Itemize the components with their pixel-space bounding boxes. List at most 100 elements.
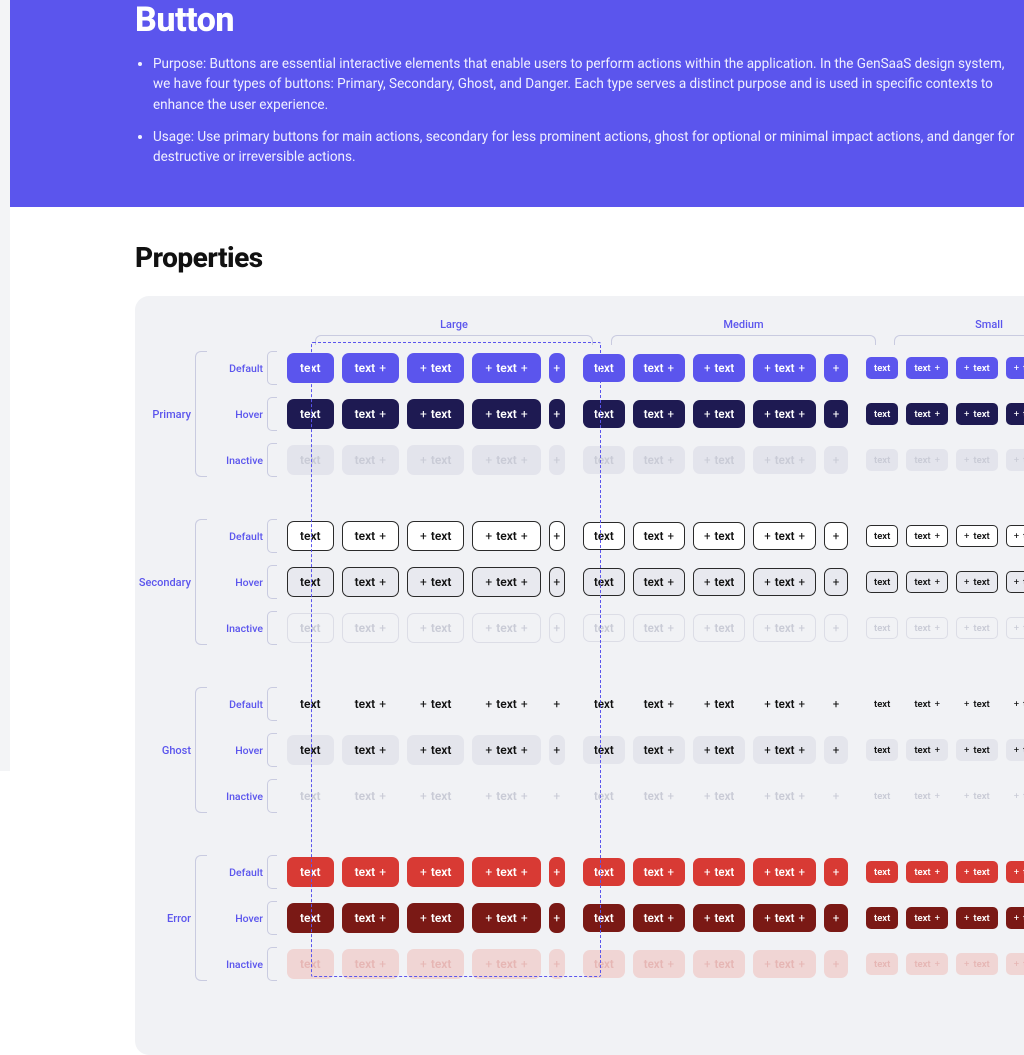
secondary-inactive-icon-text-button[interactable]: +text <box>956 617 998 639</box>
ghost-hover-text-icon-button[interactable]: text+ <box>342 735 399 765</box>
ghost-hover-icon-only-button[interactable]: + <box>549 735 565 765</box>
secondary-hover-icon-text-icon-button[interactable]: +text+ <box>472 567 540 597</box>
error-hover-text-button[interactable]: text <box>866 907 898 929</box>
primary-default-icon-text-button[interactable]: +text <box>956 357 998 379</box>
error-hover-icon-text-button[interactable]: +text <box>693 904 745 932</box>
primary-default-text-icon-button[interactable]: text+ <box>906 357 948 379</box>
primary-inactive-text-icon-button[interactable]: text+ <box>342 445 399 475</box>
error-hover-icon-only-button[interactable]: + <box>824 904 848 932</box>
primary-hover-icon-only-button[interactable]: + <box>824 400 848 428</box>
secondary-inactive-text-icon-button[interactable]: text+ <box>633 614 685 642</box>
error-hover-text-icon-button[interactable]: text+ <box>633 904 685 932</box>
secondary-default-icon-text-button[interactable]: +text <box>407 521 464 551</box>
error-hover-icon-text-button[interactable]: +text <box>956 907 998 929</box>
secondary-inactive-icon-text-button[interactable]: +text <box>407 613 464 643</box>
ghost-default-icon-only-button[interactable]: + <box>824 690 848 718</box>
primary-default-icon-text-button[interactable]: +text <box>407 353 464 383</box>
ghost-inactive-icon-text-icon-button[interactable]: +text+ <box>753 782 816 810</box>
error-default-text-button[interactable]: text <box>287 857 334 887</box>
primary-hover-text-button[interactable]: text <box>287 399 334 429</box>
ghost-inactive-icon-text-icon-button[interactable]: +text+ <box>472 781 540 811</box>
ghost-hover-icon-text-button[interactable]: +text <box>693 736 745 764</box>
ghost-inactive-icon-text-button[interactable]: +text <box>407 781 464 811</box>
secondary-inactive-text-icon-button[interactable]: text+ <box>906 617 948 639</box>
error-default-text-icon-button[interactable]: text+ <box>342 857 399 887</box>
secondary-default-text-icon-button[interactable]: text+ <box>342 521 399 551</box>
ghost-inactive-text-icon-button[interactable]: text+ <box>906 785 948 807</box>
primary-default-icon-only-button[interactable]: + <box>824 354 848 382</box>
ghost-hover-icon-text-button[interactable]: +text <box>407 735 464 765</box>
error-inactive-icon-text-button[interactable]: +text <box>956 953 998 975</box>
primary-hover-icon-text-button[interactable]: +text <box>407 399 464 429</box>
ghost-inactive-text-icon-button[interactable]: text+ <box>633 782 685 810</box>
primary-hover-text-icon-button[interactable]: text+ <box>342 399 399 429</box>
secondary-hover-icon-only-button[interactable]: + <box>549 567 565 597</box>
error-default-icon-text-icon-button[interactable]: +text+ <box>472 857 540 887</box>
error-hover-icon-text-icon-button[interactable]: +text+ <box>472 903 540 933</box>
error-inactive-icon-only-button[interactable]: + <box>824 950 848 978</box>
ghost-default-text-button[interactable]: text <box>583 690 625 718</box>
secondary-default-icon-text-icon-button[interactable]: +text+ <box>1006 525 1024 547</box>
error-default-icon-text-icon-button[interactable]: +text+ <box>1006 861 1024 883</box>
ghost-hover-icon-text-button[interactable]: +text <box>956 739 998 761</box>
error-inactive-icon-text-icon-button[interactable]: +text+ <box>472 949 540 979</box>
primary-inactive-text-button[interactable]: text <box>287 445 334 475</box>
secondary-hover-icon-text-icon-button[interactable]: +text+ <box>1006 571 1024 593</box>
primary-inactive-icon-text-icon-button[interactable]: +text+ <box>472 445 540 475</box>
secondary-default-icon-text-icon-button[interactable]: +text+ <box>753 522 816 550</box>
ghost-hover-icon-only-button[interactable]: + <box>824 736 848 764</box>
primary-hover-text-icon-button[interactable]: text+ <box>906 403 948 425</box>
ghost-default-icon-text-icon-button[interactable]: +text+ <box>753 690 816 718</box>
secondary-hover-icon-text-icon-button[interactable]: +text+ <box>753 568 816 596</box>
secondary-hover-text-icon-button[interactable]: text+ <box>342 567 399 597</box>
error-hover-icon-only-button[interactable]: + <box>549 903 565 933</box>
ghost-default-text-icon-button[interactable]: text+ <box>633 690 685 718</box>
primary-default-text-button[interactable]: text <box>287 353 334 383</box>
ghost-default-text-button[interactable]: text <box>287 689 334 719</box>
ghost-default-icon-text-button[interactable]: +text <box>956 693 998 715</box>
secondary-default-text-icon-button[interactable]: text+ <box>633 522 685 550</box>
ghost-default-text-icon-button[interactable]: text+ <box>906 693 948 715</box>
ghost-hover-text-button[interactable]: text <box>866 739 898 761</box>
secondary-inactive-text-icon-button[interactable]: text+ <box>342 613 399 643</box>
secondary-inactive-icon-text-icon-button[interactable]: +text+ <box>1006 617 1024 639</box>
error-default-text-icon-button[interactable]: text+ <box>906 861 948 883</box>
error-default-icon-text-button[interactable]: +text <box>956 861 998 883</box>
primary-default-text-icon-button[interactable]: text+ <box>633 354 685 382</box>
error-inactive-text-icon-button[interactable]: text+ <box>633 950 685 978</box>
error-inactive-text-button[interactable]: text <box>287 949 334 979</box>
error-inactive-text-button[interactable]: text <box>866 953 898 975</box>
primary-inactive-icon-text-button[interactable]: +text <box>693 446 745 474</box>
primary-default-text-icon-button[interactable]: text+ <box>342 353 399 383</box>
primary-default-icon-text-button[interactable]: +text <box>693 354 745 382</box>
secondary-inactive-icon-text-icon-button[interactable]: +text+ <box>753 614 816 642</box>
error-hover-text-icon-button[interactable]: text+ <box>342 903 399 933</box>
secondary-default-icon-text-button[interactable]: +text <box>693 522 745 550</box>
ghost-inactive-text-button[interactable]: text <box>583 782 625 810</box>
secondary-default-text-icon-button[interactable]: text+ <box>906 525 948 547</box>
primary-hover-text-icon-button[interactable]: text+ <box>633 400 685 428</box>
primary-hover-text-button[interactable]: text <box>583 400 625 428</box>
secondary-default-icon-only-button[interactable]: + <box>549 521 565 551</box>
primary-default-text-button[interactable]: text <box>866 357 898 379</box>
ghost-hover-icon-text-icon-button[interactable]: +text+ <box>472 735 540 765</box>
primary-inactive-icon-text-button[interactable]: +text <box>407 445 464 475</box>
primary-default-text-button[interactable]: text <box>583 354 625 382</box>
ghost-hover-icon-text-icon-button[interactable]: +text+ <box>753 736 816 764</box>
secondary-inactive-text-button[interactable]: text <box>583 614 625 642</box>
secondary-default-text-button[interactable]: text <box>287 521 334 551</box>
ghost-default-icon-only-button[interactable]: + <box>549 689 565 719</box>
ghost-hover-text-icon-button[interactable]: text+ <box>633 736 685 764</box>
secondary-default-text-button[interactable]: text <box>583 522 625 550</box>
secondary-default-icon-text-button[interactable]: +text <box>956 525 998 547</box>
error-inactive-text-button[interactable]: text <box>583 950 625 978</box>
error-hover-text-button[interactable]: text <box>287 903 334 933</box>
primary-hover-icon-text-icon-button[interactable]: +text+ <box>753 400 816 428</box>
ghost-default-icon-text-icon-button[interactable]: +text+ <box>472 689 540 719</box>
primary-default-icon-text-icon-button[interactable]: +text+ <box>753 354 816 382</box>
secondary-inactive-icon-text-button[interactable]: +text <box>693 614 745 642</box>
error-default-icon-only-button[interactable]: + <box>549 857 565 887</box>
ghost-default-icon-text-icon-button[interactable]: +text+ <box>1006 693 1024 715</box>
primary-inactive-text-icon-button[interactable]: text+ <box>906 449 948 471</box>
secondary-inactive-icon-only-button[interactable]: + <box>824 614 848 642</box>
